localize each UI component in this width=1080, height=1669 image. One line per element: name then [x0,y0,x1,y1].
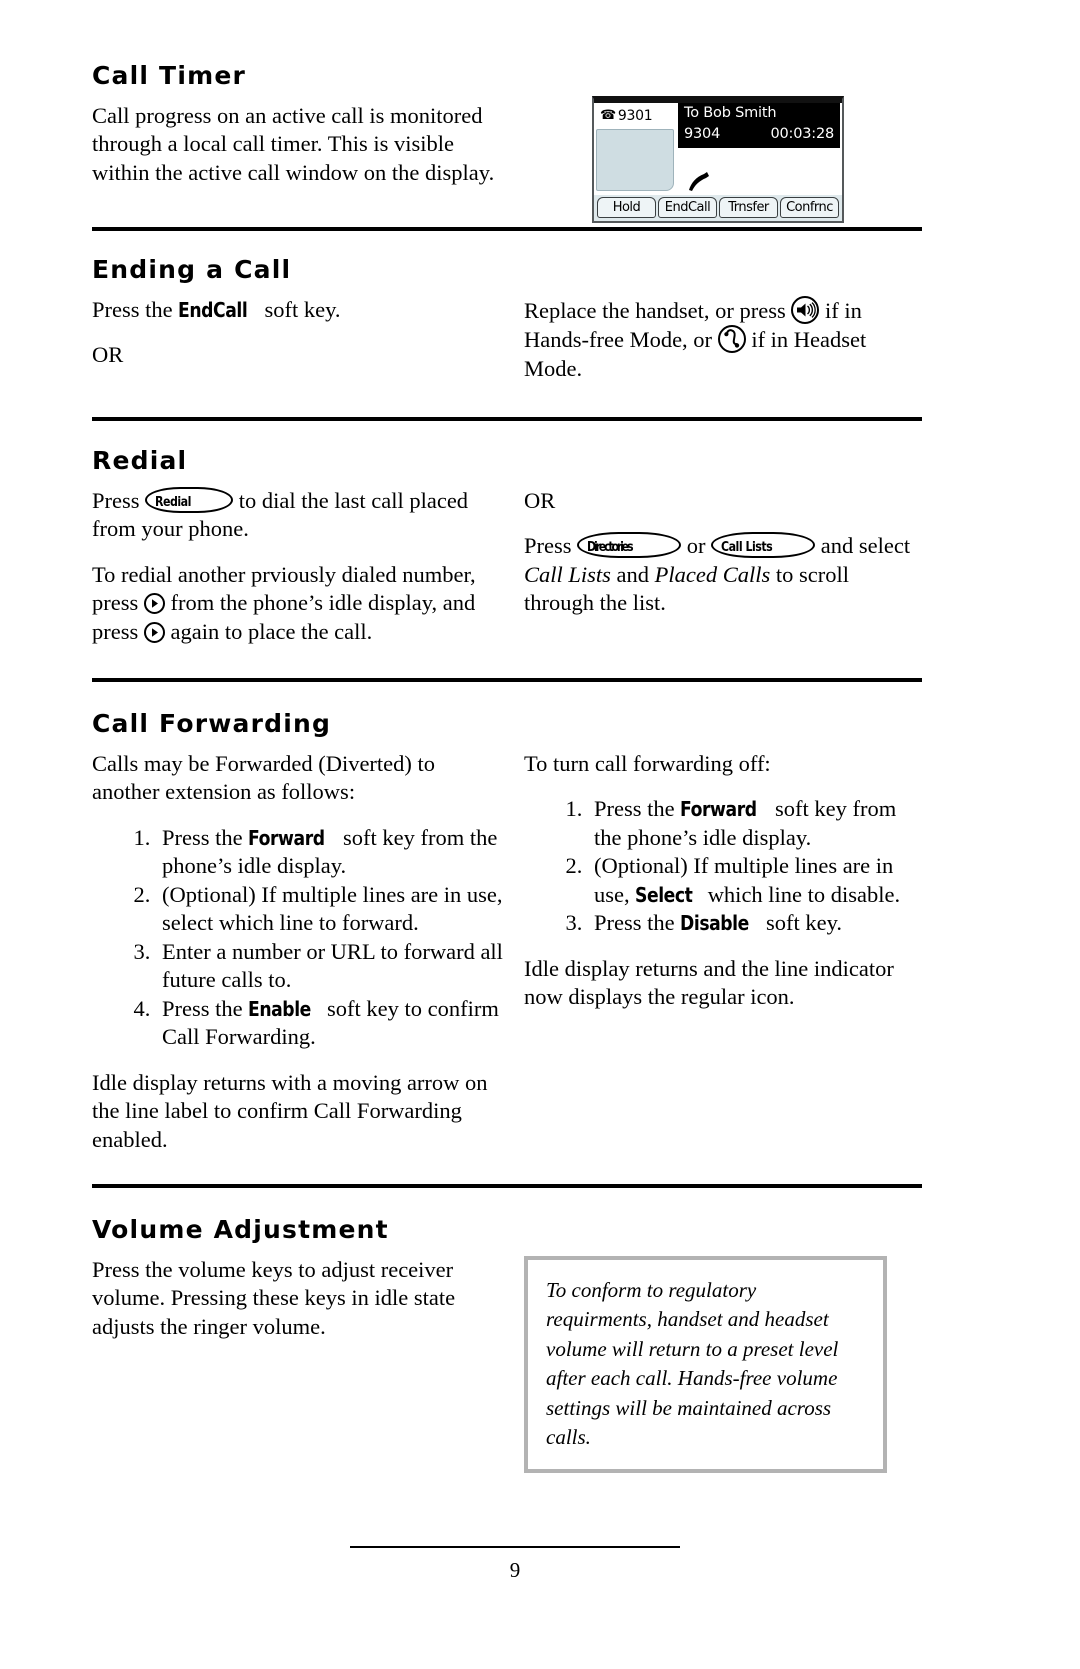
ending-a-call-press-line: Press the EndCall soft key. [92,296,508,325]
call-forwarding-off-intro: To turn call forwarding off: [524,750,771,776]
redial-hard-key[interactable]: Redial [145,486,234,513]
call-forwarding-left-column: Calls may be Forwarded (Diverted) to ano… [92,750,524,1155]
right-arrow-icon [143,593,165,614]
list-item: Press the Enable soft key to confirm Cal… [156,995,508,1052]
cf-r-step1-pre: Press the [594,796,681,821]
list-item: Enter a number or URL to forward all fut… [156,938,508,995]
redial-left-column: Press Redial to dial the last call place… [92,486,524,647]
call-forwarding-disable-steps: Press the Forward soft key from the phon… [524,795,922,938]
redial-p1-pre: Press [92,487,146,513]
redial-right-paragraph: Press Directories or Call Lists and sele… [524,532,922,618]
section-ending-a-call: Ending a Call Press the EndCall soft key… [92,256,922,383]
call-timer-left-column: Call progress on an active call is monit… [92,102,524,188]
document-page: ☎ 9301 To Bob Smith 9304 00:03:28 Hold E… [0,0,1080,1669]
call-lists-hard-key[interactable]: Call Lists [711,532,816,558]
redial-paragraph-2: To redial another prviously dialed numbe… [92,561,508,647]
headset-icon [717,325,746,353]
list-item: Press the Forward soft key from the phon… [156,824,508,881]
call-forwarding-intro: Calls may be Forwarded (Diverted) to ano… [92,750,436,805]
section-title-volume-adjustment: Volume Adjustment [92,1215,389,1244]
call-timer-paragraph: Call progress on an active call is monit… [92,102,495,185]
page-content: Call Timer Call progress on an active ca… [92,62,922,1473]
redial-paragraph-1: Press Redial to dial the last call place… [92,486,508,544]
directories-hard-key-label: Directories [587,540,634,555]
list-item: Press the Forward soft key from the phon… [588,795,922,852]
regulatory-note-text: To conform to regulatory requirments, ha… [546,1277,839,1450]
speaker-icon [791,295,820,324]
cf-l-step1-pre: Press the [162,824,249,850]
call-timer-right-column [524,102,922,188]
right-arrow-icon-2 [143,621,165,643]
softkey-endcall: EndCall [178,297,248,322]
section-volume-adjustment: Volume Adjustment Press the volume keys … [92,1216,922,1473]
redial-right-a: Press [524,533,578,558]
softkey-select: Select [635,882,693,907]
volume-adjustment-paragraph: Press the volume keys to adjust receiver… [92,1256,456,1339]
regulatory-note-box: To conform to regulatory requirments, ha… [524,1255,887,1473]
ending-a-call-left-column: Press the EndCall soft key. OR [92,296,524,384]
redial-columns: Press Redial to dial the last call place… [92,486,922,647]
ending-right-part-1: Replace the handset, or press [524,297,792,323]
call-forwarding-right-column: To turn call forwarding off: Press the F… [524,750,922,1155]
ending-press-post: soft key. [258,296,341,322]
call-timer-columns: Call progress on an active call is monit… [92,102,922,188]
call-forwarding-outro: Idle display returns with a moving arrow… [92,1069,488,1152]
list-item: Press the Disable soft key. [588,909,922,938]
list-item: (Optional) If multiple lines are in use,… [156,881,508,938]
ending-a-call-or: OR [92,342,124,367]
section-title-call-forwarding: Call Forwarding [92,709,332,738]
ending-a-call-right-column: Replace the handset, or press if in Hand… [524,295,922,384]
redial-p2-c: again to place the call. [164,618,373,644]
softkey-disable: Disable [680,911,750,935]
softkey-forward-2: Forward [680,797,757,821]
cf-l-step3: Enter a number or URL to forward all fut… [162,938,503,993]
cf-l-step4-pre: Press the [162,995,249,1021]
ending-a-call-right-paragraph: Replace the handset, or press if in Hand… [524,295,922,384]
section-call-forwarding: Call Forwarding Calls may be Forwarded (… [92,710,922,1154]
cf-r-step3-post: soft key. [760,910,842,935]
section-title-redial: Redial [92,446,188,475]
cf-l-step2: (Optional) If multiple lines are in use,… [162,881,503,936]
volume-adjustment-right-column: To conform to regulatory requirments, ha… [524,1255,922,1473]
redial-italic-placed-calls: Placed Calls [654,561,771,587]
volume-adjustment-left-column: Press the volume keys to adjust receiver… [92,1256,524,1473]
redial-right-d: and [610,561,655,587]
call-forwarding-off-outro: Idle display returns and the line indica… [524,955,894,1010]
section-title-call-timer: Call Timer [92,61,247,90]
softkey-enable: Enable [248,996,312,1021]
redial-right-b: or [681,533,712,558]
ending-a-call-columns: Press the EndCall soft key. OR Replace t… [92,295,922,384]
page-footer: 9 [350,1546,680,1583]
section-call-timer: Call Timer Call progress on an active ca… [92,62,922,187]
redial-hard-key-label: Redial [155,494,192,510]
redial-italic-call-lists: Call Lists [524,561,611,587]
call-forwarding-columns: Calls may be Forwarded (Diverted) to ano… [92,750,922,1155]
footer-rule [350,1546,680,1548]
call-lists-hard-key-label: Call Lists [721,540,773,555]
section-redial: Redial Press Redial to dial the last cal… [92,447,922,646]
call-forwarding-enable-steps: Press the Forward soft key from the phon… [92,824,508,1052]
list-item: (Optional) If multiple lines are in use,… [588,852,922,909]
cf-r-step2-post: which line to disable. [702,881,901,907]
softkey-forward: Forward [248,825,325,850]
cf-r-step3-pre: Press the [594,910,681,935]
redial-or: OR [524,487,556,513]
redial-right-column: OR Press Directories or Call Lists and s… [524,487,922,647]
ending-press-pre: Press the [92,296,179,322]
redial-right-c: and select [815,533,911,558]
directories-hard-key[interactable]: Directories [577,532,682,558]
section-title-ending-a-call: Ending a Call [92,255,292,284]
volume-adjustment-columns: Press the volume keys to adjust receiver… [92,1255,922,1473]
page-number: 9 [509,1558,521,1582]
